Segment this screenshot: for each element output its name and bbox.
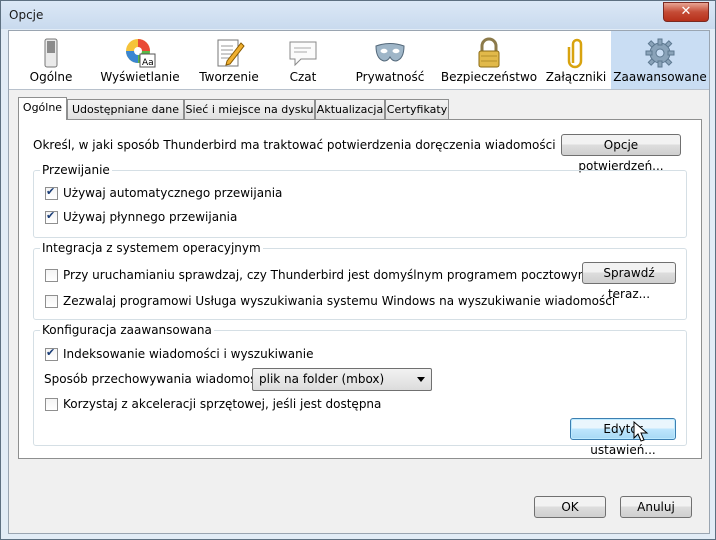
tab-data-choices[interactable]: Udostępniane dane bbox=[67, 99, 184, 119]
check-now-button[interactable]: Sprawdź teraz... bbox=[582, 262, 676, 301]
pane-attachments[interactable]: Załączniki bbox=[537, 31, 615, 89]
autoscroll-label[interactable]: Używaj automatycznego przewijania bbox=[63, 186, 282, 200]
indexing-checkbox[interactable] bbox=[45, 346, 58, 361]
ok-button[interactable]: OK bbox=[534, 496, 606, 518]
scrolling-group: Przewijanie Używaj automatycznego przewi… bbox=[33, 163, 687, 238]
pane-privacy[interactable]: Prywatność bbox=[351, 31, 429, 89]
hardware-acceleration-checkbox[interactable] bbox=[45, 398, 58, 411]
chevron-down-icon bbox=[417, 377, 425, 382]
pane-chat[interactable]: Czat bbox=[273, 31, 333, 89]
return-receipts-description: Określ, w jaki sposób Thunderbird ma tra… bbox=[33, 138, 556, 152]
dialog-body: Ogólne Aa Wyświetlanie Tworzenie Czat Pr… bbox=[8, 30, 710, 534]
scrolling-legend: Przewijanie bbox=[40, 163, 112, 177]
switch-icon bbox=[44, 38, 58, 68]
return-receipts-button[interactable]: Opcje potwierdzeń... bbox=[561, 134, 681, 173]
system-integration-legend: Integracja z systemem operacyjnym bbox=[40, 241, 263, 255]
pencil-paper-icon bbox=[217, 39, 245, 67]
close-icon: ✕ bbox=[680, 4, 692, 19]
default-client-check-checkbox[interactable] bbox=[45, 269, 58, 282]
pane-advanced[interactable]: Zaawansowane bbox=[611, 31, 709, 89]
preferences-pane-toolbar: Ogólne Aa Wyświetlanie Tworzenie Czat Pr… bbox=[9, 31, 709, 90]
general-tab-panel: Określ, w jaki sposób Thunderbird ma tra… bbox=[18, 119, 702, 459]
windows-search-label[interactable]: Zezwalaj programowi Usługa wyszukiwania … bbox=[63, 294, 615, 308]
close-button[interactable]: ✕ bbox=[663, 2, 709, 22]
gear-icon bbox=[645, 38, 675, 68]
pane-label: Zaawansowane bbox=[613, 70, 707, 84]
smooth-scroll-checkbox[interactable] bbox=[45, 209, 58, 224]
cancel-button[interactable]: Anuluj bbox=[620, 496, 692, 518]
paperclip-icon bbox=[567, 38, 583, 69]
storage-format-label: Sposób przechowywania wiadomości: bbox=[44, 372, 271, 386]
pane-label: Bezpieczeństwo bbox=[440, 70, 538, 84]
pane-label: Tworzenie bbox=[199, 70, 259, 84]
svg-text:Aa: Aa bbox=[142, 58, 154, 68]
window-title: Opcje bbox=[9, 8, 44, 22]
color-wheel-icon: Aa bbox=[126, 39, 156, 68]
padlock-icon bbox=[478, 37, 500, 68]
pane-label: Wyświetlanie bbox=[100, 70, 180, 84]
default-client-check-label[interactable]: Przy uruchamianiu sprawdzaj, czy Thunder… bbox=[63, 268, 589, 282]
smooth-scroll-label[interactable]: Używaj płynnego przewijania bbox=[63, 210, 237, 224]
pane-label: Załączniki bbox=[545, 70, 607, 84]
title-bar[interactable]: Opcje ✕ bbox=[1, 1, 715, 29]
pane-security[interactable]: Bezpieczeństwo bbox=[433, 31, 545, 89]
tab-general[interactable]: Ogólne bbox=[18, 97, 67, 120]
options-window: Opcje ✕ Ogólne Aa Wyświetlanie Tworzenie… bbox=[0, 0, 716, 540]
mask-icon bbox=[375, 43, 405, 62]
mouse-pointer-icon bbox=[633, 421, 649, 442]
system-integration-group: Integracja z systemem operacyjnym Przy u… bbox=[33, 241, 687, 320]
autoscroll-checkbox[interactable] bbox=[45, 185, 58, 200]
chat-bubble-icon bbox=[289, 41, 317, 67]
indexing-label[interactable]: Indeksowanie wiadomości i wyszukiwanie bbox=[63, 347, 313, 361]
tab-certificates[interactable]: Certyfikaty bbox=[385, 99, 449, 119]
hardware-acceleration-label[interactable]: Korzystaj z akceleracji sprzętowej, jeśl… bbox=[63, 397, 381, 411]
pane-label: Czat bbox=[289, 70, 317, 84]
storage-format-value: plik na folder (mbox) bbox=[259, 372, 385, 386]
advanced-config-legend: Konfiguracja zaawansowana bbox=[40, 323, 214, 337]
pane-general[interactable]: Ogólne bbox=[15, 31, 87, 89]
tab-network-disk-space[interactable]: Sieć i miejsce na dysku bbox=[184, 99, 315, 119]
windows-search-checkbox[interactable] bbox=[45, 295, 58, 308]
storage-format-select[interactable]: plik na folder (mbox) bbox=[252, 368, 432, 391]
pane-display[interactable]: Aa Wyświetlanie bbox=[97, 31, 183, 89]
tab-update[interactable]: Aktualizacja bbox=[315, 99, 385, 119]
pane-label: Ogólne bbox=[29, 70, 73, 84]
pane-composition[interactable]: Tworzenie bbox=[189, 31, 269, 89]
advanced-config-group: Konfiguracja zaawansowana Indeksowanie w… bbox=[33, 323, 687, 457]
pane-label: Prywatność bbox=[355, 70, 425, 84]
config-editor-button[interactable]: Edytor ustawień... bbox=[570, 418, 676, 457]
